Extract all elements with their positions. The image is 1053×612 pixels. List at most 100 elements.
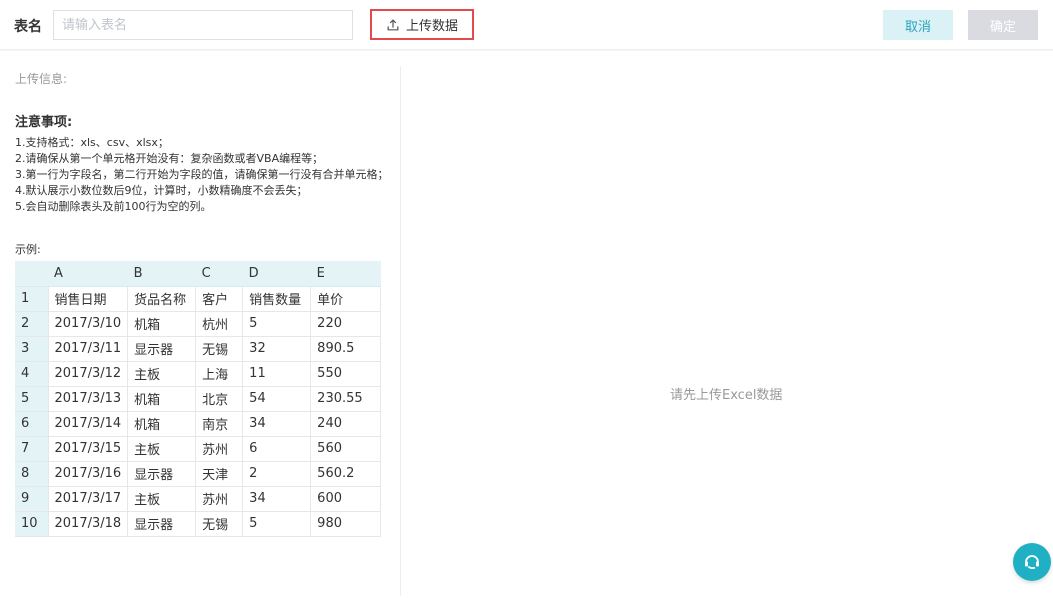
row-number-cell: 9 bbox=[15, 486, 49, 512]
table-cell: 550 bbox=[310, 361, 382, 387]
note-item: 2.请确保从第一个单元格开始没有：复杂函数或者VBA编程等； bbox=[15, 152, 324, 165]
table-cell: 5 bbox=[242, 311, 312, 337]
upload-data-button[interactable]: 上传数据 bbox=[370, 9, 474, 40]
table-cell: 54 bbox=[242, 386, 312, 412]
table-cell: 2017/3/14 bbox=[48, 411, 129, 437]
table-cell: 主板 bbox=[127, 361, 197, 387]
corner-cell bbox=[15, 261, 48, 287]
table-name-label: 表名 bbox=[14, 19, 42, 35]
column-letter-row: A B C D E bbox=[15, 261, 381, 287]
table-cell: 上海 bbox=[195, 361, 244, 387]
chat-support-button[interactable] bbox=[1013, 543, 1051, 581]
table-row: 10 2017/3/18 显示器 无锡 5 980 bbox=[15, 511, 382, 537]
table-cell: 32 bbox=[242, 336, 312, 362]
top-toolbar: 表名 上传数据 取消 确定 bbox=[0, 0, 1053, 50]
note-item: 3.第一行为字段名，第二行开始为字段的值，请确保第一行没有合并单元格； bbox=[15, 168, 389, 181]
upload-icon bbox=[387, 18, 399, 30]
table-cell: 天津 bbox=[195, 461, 244, 487]
table-cell: 560.2 bbox=[310, 461, 382, 487]
notes-list: 1.支持格式：xls、csv、xlsx； 2.请确保从第一个单元格开始没有：复杂… bbox=[15, 135, 390, 215]
table-cell: 890.5 bbox=[310, 336, 382, 362]
table-cell: 2 bbox=[242, 461, 312, 487]
note-item: 5.会自动删除表头及前100行为空的列。 bbox=[15, 200, 212, 213]
confirm-button[interactable]: 确定 bbox=[968, 10, 1038, 40]
table-cell: 5 bbox=[242, 511, 312, 537]
table-cell: 销售数量 bbox=[242, 286, 312, 312]
column-letter: C bbox=[195, 261, 243, 287]
table-cell: 南京 bbox=[195, 411, 244, 437]
table-cell: 显示器 bbox=[127, 511, 197, 537]
note-item: 4.默认展示小数位数后9位，计算时，小数精确度不会丢失； bbox=[15, 184, 308, 197]
table-cell: 600 bbox=[310, 486, 382, 512]
column-letter: D bbox=[242, 261, 311, 287]
table-cell: 2017/3/15 bbox=[48, 436, 129, 462]
table-cell: 560 bbox=[310, 436, 382, 462]
example-table-body: 1 销售日期 货品名称 客户 销售数量 单价 2 2017/3/10 机箱 杭州 5 220 3 2017… bbox=[15, 286, 382, 537]
table-cell: 杭州 bbox=[195, 311, 244, 337]
table-cell: 2017/3/13 bbox=[48, 386, 129, 412]
table-cell: 机箱 bbox=[127, 386, 197, 412]
table-cell: 11 bbox=[242, 361, 312, 387]
notice-title: 注意事项: bbox=[15, 115, 73, 130]
table-cell: 货品名称 bbox=[127, 286, 197, 312]
empty-preview-message: 请先上传Excel数据 bbox=[670, 388, 783, 403]
column-letter: E bbox=[310, 261, 381, 287]
table-cell: 苏州 bbox=[195, 436, 244, 462]
cancel-button[interactable]: 取消 bbox=[883, 10, 953, 40]
row-number-cell: 4 bbox=[15, 361, 49, 387]
table-cell: 2017/3/11 bbox=[48, 336, 129, 362]
row-number-cell: 1 bbox=[15, 286, 49, 312]
table-row: 3 2017/3/11 显示器 无锡 32 890.5 bbox=[15, 336, 382, 362]
table-cell: 无锡 bbox=[195, 336, 244, 362]
note-item: 1.支持格式：xls、csv、xlsx； bbox=[15, 136, 169, 149]
table-cell: 980 bbox=[310, 511, 382, 537]
table-cell: 苏州 bbox=[195, 486, 244, 512]
example-label: 示例: bbox=[15, 243, 41, 256]
table-row: 4 2017/3/12 主板 上海 11 550 bbox=[15, 361, 382, 387]
table-cell: 主板 bbox=[127, 436, 197, 462]
table-row: 5 2017/3/13 机箱 北京 54 230.55 bbox=[15, 386, 382, 412]
table-row: 9 2017/3/17 主板 苏州 34 600 bbox=[15, 486, 382, 512]
row-number-cell: 5 bbox=[15, 386, 49, 412]
main-content: 上传信息: 注意事项: 1.支持格式：xls、csv、xlsx； 2.请确保从第… bbox=[0, 51, 1053, 612]
table-cell: 2017/3/12 bbox=[48, 361, 129, 387]
table-cell: 34 bbox=[242, 411, 312, 437]
table-cell: 2017/3/16 bbox=[48, 461, 129, 487]
column-letter: B bbox=[127, 261, 196, 287]
table-name-input[interactable] bbox=[53, 10, 353, 40]
table-cell: 2017/3/17 bbox=[48, 486, 129, 512]
column-letter: A bbox=[48, 261, 128, 287]
table-row: 6 2017/3/14 机箱 南京 34 240 bbox=[15, 411, 382, 437]
chat-support-icon bbox=[1025, 555, 1039, 569]
panel-divider bbox=[400, 66, 401, 596]
table-cell: 单价 bbox=[310, 286, 382, 312]
table-cell: 销售日期 bbox=[48, 286, 129, 312]
table-row: 2 2017/3/10 机箱 杭州 5 220 bbox=[15, 311, 382, 337]
table-cell: 机箱 bbox=[127, 311, 197, 337]
table-cell: 客户 bbox=[195, 286, 244, 312]
row-number-cell: 7 bbox=[15, 436, 49, 462]
table-row: 8 2017/3/16 显示器 天津 2 560.2 bbox=[15, 461, 382, 487]
row-number-cell: 6 bbox=[15, 411, 49, 437]
upload-data-label: 上传数据 bbox=[405, 19, 458, 34]
row-number-cell: 8 bbox=[15, 461, 49, 487]
example-table: A B C D E 1 销售日期 货品名称 客户 销售数量 单价 2 2017/3/10 机箱杭… bbox=[15, 261, 382, 537]
table-cell: 6 bbox=[242, 436, 312, 462]
table-cell: 北京 bbox=[195, 386, 244, 412]
table-cell: 240 bbox=[310, 411, 382, 437]
upload-info-label: 上传信息: bbox=[15, 72, 68, 86]
row-number-cell: 3 bbox=[15, 336, 49, 362]
table-cell: 主板 bbox=[127, 486, 197, 512]
table-cell: 2017/3/18 bbox=[48, 511, 129, 537]
table-row: 1 销售日期 货品名称 客户 销售数量 单价 bbox=[15, 286, 382, 312]
table-cell: 显示器 bbox=[127, 461, 197, 487]
table-cell: 显示器 bbox=[127, 336, 197, 362]
table-cell: 220 bbox=[310, 311, 382, 337]
table-cell: 34 bbox=[242, 486, 312, 512]
table-cell: 230.55 bbox=[310, 386, 382, 412]
table-cell: 无锡 bbox=[195, 511, 244, 537]
row-number-cell: 2 bbox=[15, 311, 49, 337]
table-row: 7 2017/3/15 主板 苏州 6 560 bbox=[15, 436, 382, 462]
table-cell: 机箱 bbox=[127, 411, 197, 437]
row-number-cell: 10 bbox=[15, 511, 49, 537]
